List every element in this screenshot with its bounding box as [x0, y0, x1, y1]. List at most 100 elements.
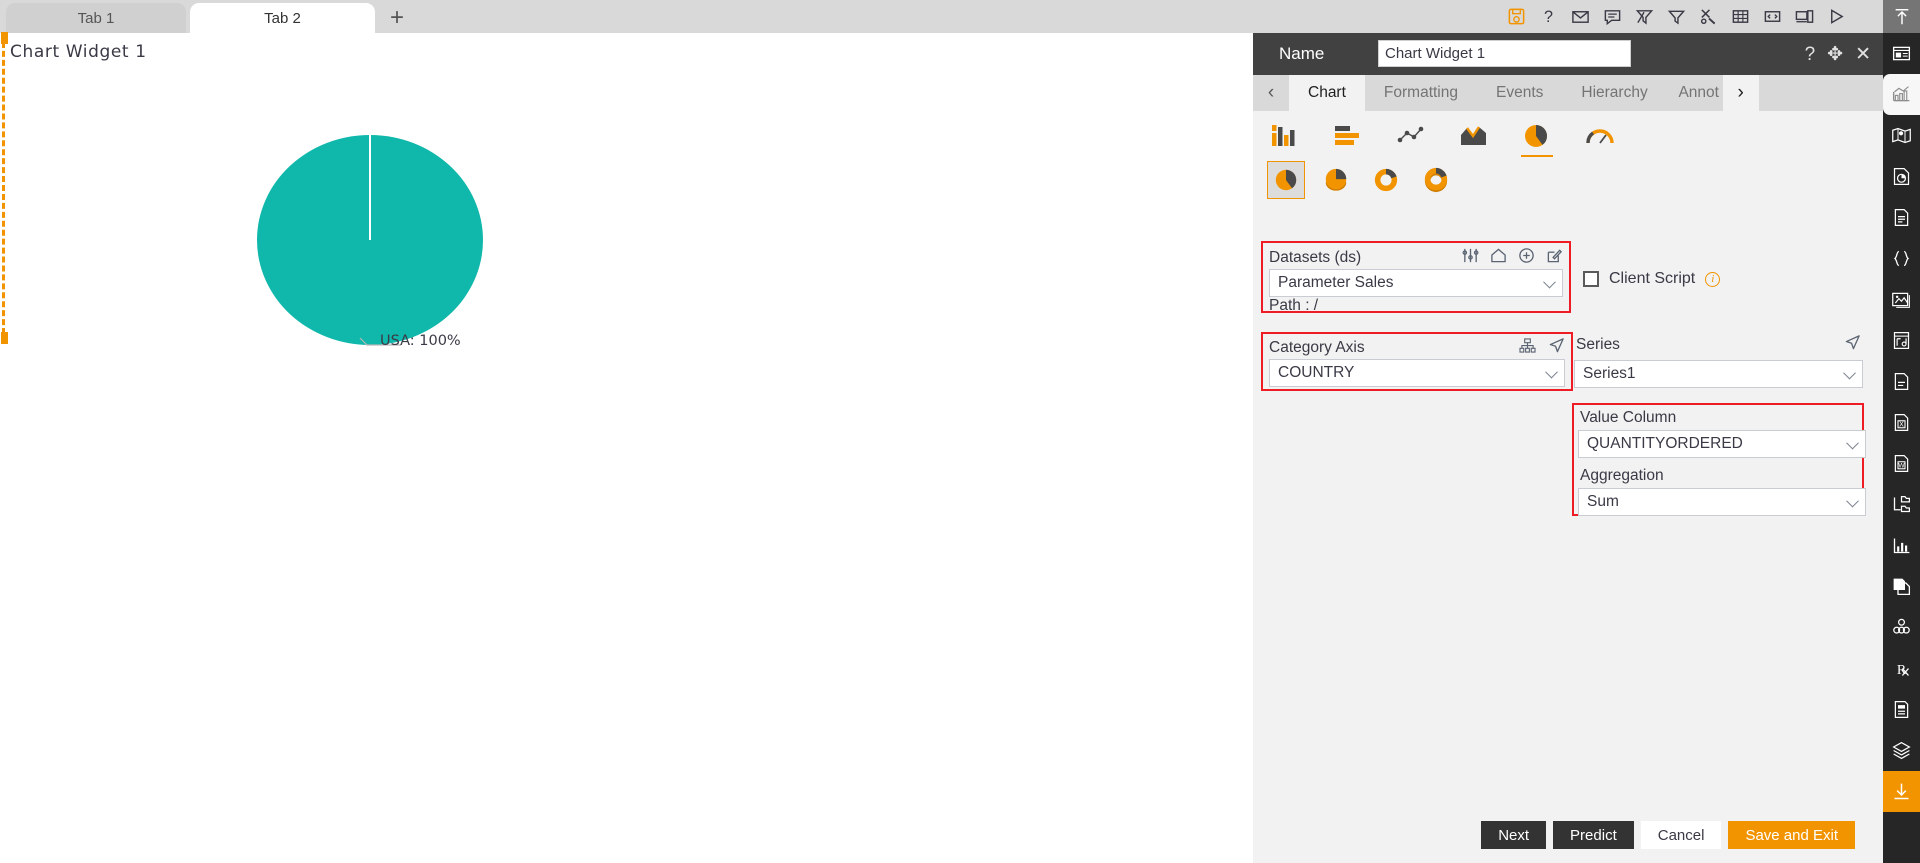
datasets-select[interactable]: Parameter Sales: [1269, 269, 1563, 297]
scatter-chart-icon[interactable]: [1393, 119, 1429, 153]
tab-annotations[interactable]: Annot: [1667, 75, 1723, 111]
pdf-icon[interactable]: [1883, 361, 1920, 402]
prescription-icon[interactable]: R: [1883, 648, 1920, 689]
cubes-icon[interactable]: [1883, 607, 1920, 648]
document-tab-1[interactable]: Tab 1: [6, 3, 186, 33]
pie-3d-icon[interactable]: [1317, 161, 1355, 199]
tab-chart[interactable]: Chart: [1289, 75, 1365, 111]
hierarchy-icon[interactable]: [1519, 338, 1536, 358]
pie-flat-icon[interactable]: [1267, 161, 1305, 199]
client-script-checkbox[interactable]: [1583, 271, 1599, 287]
devices-icon[interactable]: [1795, 7, 1814, 26]
word-icon[interactable]: W: [1883, 443, 1920, 484]
tools-icon[interactable]: [1699, 7, 1718, 26]
report-pie-icon[interactable]: [1883, 156, 1920, 197]
widget-panel-icon[interactable]: [1883, 33, 1920, 74]
image-icon[interactable]: [1883, 279, 1920, 320]
add-circle-icon[interactable]: [1518, 247, 1535, 269]
category-axis-actions: [1519, 337, 1565, 359]
comment-icon[interactable]: [1603, 7, 1622, 26]
tree-icon[interactable]: [1883, 484, 1920, 525]
tab-chart-label: Chart: [1308, 84, 1346, 101]
close-icon[interactable]: ✕: [1855, 45, 1871, 64]
move-icon[interactable]: ✥: [1827, 45, 1843, 64]
chart-widget-selection-frame[interactable]: [1, 32, 1202, 344]
send-icon[interactable]: [1844, 334, 1861, 356]
area-chart-icon[interactable]: [1456, 119, 1492, 153]
tab-hierarchy-label: Hierarchy: [1581, 84, 1648, 101]
help-icon[interactable]: ?: [1539, 7, 1558, 26]
document-tab-strip: Tab 1 Tab 2 + ?: [0, 0, 1883, 33]
series-select-value: Series1: [1583, 365, 1636, 382]
sliders-icon[interactable]: [1462, 247, 1479, 269]
sparkline-icon[interactable]: [1883, 525, 1920, 566]
map-widget-icon[interactable]: [1883, 115, 1920, 156]
tab-hierarchy[interactable]: Hierarchy: [1562, 75, 1666, 111]
bar-chart-icon[interactable]: [1330, 119, 1366, 153]
mail-icon[interactable]: [1571, 7, 1590, 26]
gauge-chart-icon[interactable]: [1582, 119, 1618, 153]
cancel-button[interactable]: Cancel: [1640, 821, 1722, 849]
widget-properties-panel: Name Chart Widget 1 ? ✥ ✕ ‹ Chart Format…: [1253, 33, 1883, 863]
next-button[interactable]: Next: [1481, 821, 1547, 849]
tab-scroll-right-button[interactable]: ›: [1722, 75, 1759, 111]
preview-play-icon[interactable]: [1827, 7, 1846, 26]
media-icon[interactable]: [1883, 320, 1920, 361]
pie-slice-label: USA: 100%: [380, 333, 461, 349]
selection-handle-top[interactable]: [1, 32, 8, 44]
client-script-row[interactable]: Client Script i: [1583, 270, 1721, 288]
home-icon[interactable]: [1490, 247, 1507, 269]
series-select[interactable]: Series1: [1574, 360, 1863, 388]
top-toolbar: ?: [1507, 0, 1846, 33]
table-icon[interactable]: [1731, 7, 1750, 26]
predict-button-label: Predict: [1570, 826, 1617, 844]
edit-square-icon[interactable]: [1546, 247, 1563, 269]
chevron-down-icon: [1843, 366, 1856, 380]
form-icon[interactable]: [1883, 689, 1920, 730]
predict-button[interactable]: Predict: [1553, 821, 1634, 849]
plus-icon: +: [389, 4, 404, 31]
datasets-select-value: Parameter Sales: [1278, 274, 1394, 291]
donut-3d-icon[interactable]: [1417, 161, 1455, 199]
widget-name-input[interactable]: Chart Widget 1: [1378, 40, 1631, 67]
design-canvas[interactable]: Chart Widget 1 USA: 100%: [0, 32, 1253, 863]
pie-chart[interactable]: [255, 133, 495, 348]
excel-icon[interactable]: X: [1883, 402, 1920, 443]
panel-header-actions: ? ✥ ✕: [1805, 33, 1871, 75]
chevron-down-icon: [1846, 436, 1859, 450]
info-icon[interactable]: i: [1705, 271, 1721, 287]
chevron-down-icon: [1545, 365, 1558, 379]
value-column-label: Value Column: [1580, 409, 1677, 426]
category-axis-group: Category Axis COUNTRY: [1261, 332, 1573, 391]
document-tab-2[interactable]: Tab 2: [190, 3, 375, 33]
copy-page-icon[interactable]: [1883, 566, 1920, 607]
datasets-group: Datasets (ds) Parameter Sales Path : /: [1261, 241, 1571, 314]
filter-icon[interactable]: [1667, 7, 1686, 26]
tab-events[interactable]: Events: [1477, 75, 1562, 111]
add-tab-button[interactable]: +: [380, 3, 414, 33]
tab-formatting[interactable]: Formatting: [1365, 75, 1477, 111]
value-column-select[interactable]: QUANTITYORDERED: [1578, 430, 1866, 458]
save-icon[interactable]: [1507, 7, 1526, 26]
column-chart-icon[interactable]: [1267, 119, 1303, 153]
code-icon[interactable]: [1763, 7, 1782, 26]
chart-widget-icon[interactable]: [1883, 74, 1920, 115]
pie-chart-icon[interactable]: [1519, 119, 1555, 157]
clear-filter-icon[interactable]: [1635, 7, 1654, 26]
braces-code-icon[interactable]: [1883, 238, 1920, 279]
aggregation-select[interactable]: Sum: [1578, 488, 1866, 516]
chevron-down-icon: [1543, 275, 1556, 289]
layers-icon[interactable]: [1883, 730, 1920, 771]
donut-icon[interactable]: [1367, 161, 1405, 199]
document-icon[interactable]: [1883, 197, 1920, 238]
chart-type-row-variants: [1267, 161, 1455, 199]
collapse-up-icon[interactable]: [1883, 0, 1920, 33]
send-icon[interactable]: [1548, 337, 1565, 359]
svg-text:R: R: [1897, 663, 1907, 678]
help-icon[interactable]: ?: [1805, 45, 1816, 64]
category-axis-select[interactable]: COUNTRY: [1269, 359, 1565, 387]
save-and-exit-button[interactable]: Save and Exit: [1728, 821, 1855, 849]
tab-scroll-left-button[interactable]: ‹: [1253, 75, 1289, 111]
download-icon[interactable]: [1883, 771, 1920, 812]
selection-handle-bottom[interactable]: [1, 332, 8, 344]
